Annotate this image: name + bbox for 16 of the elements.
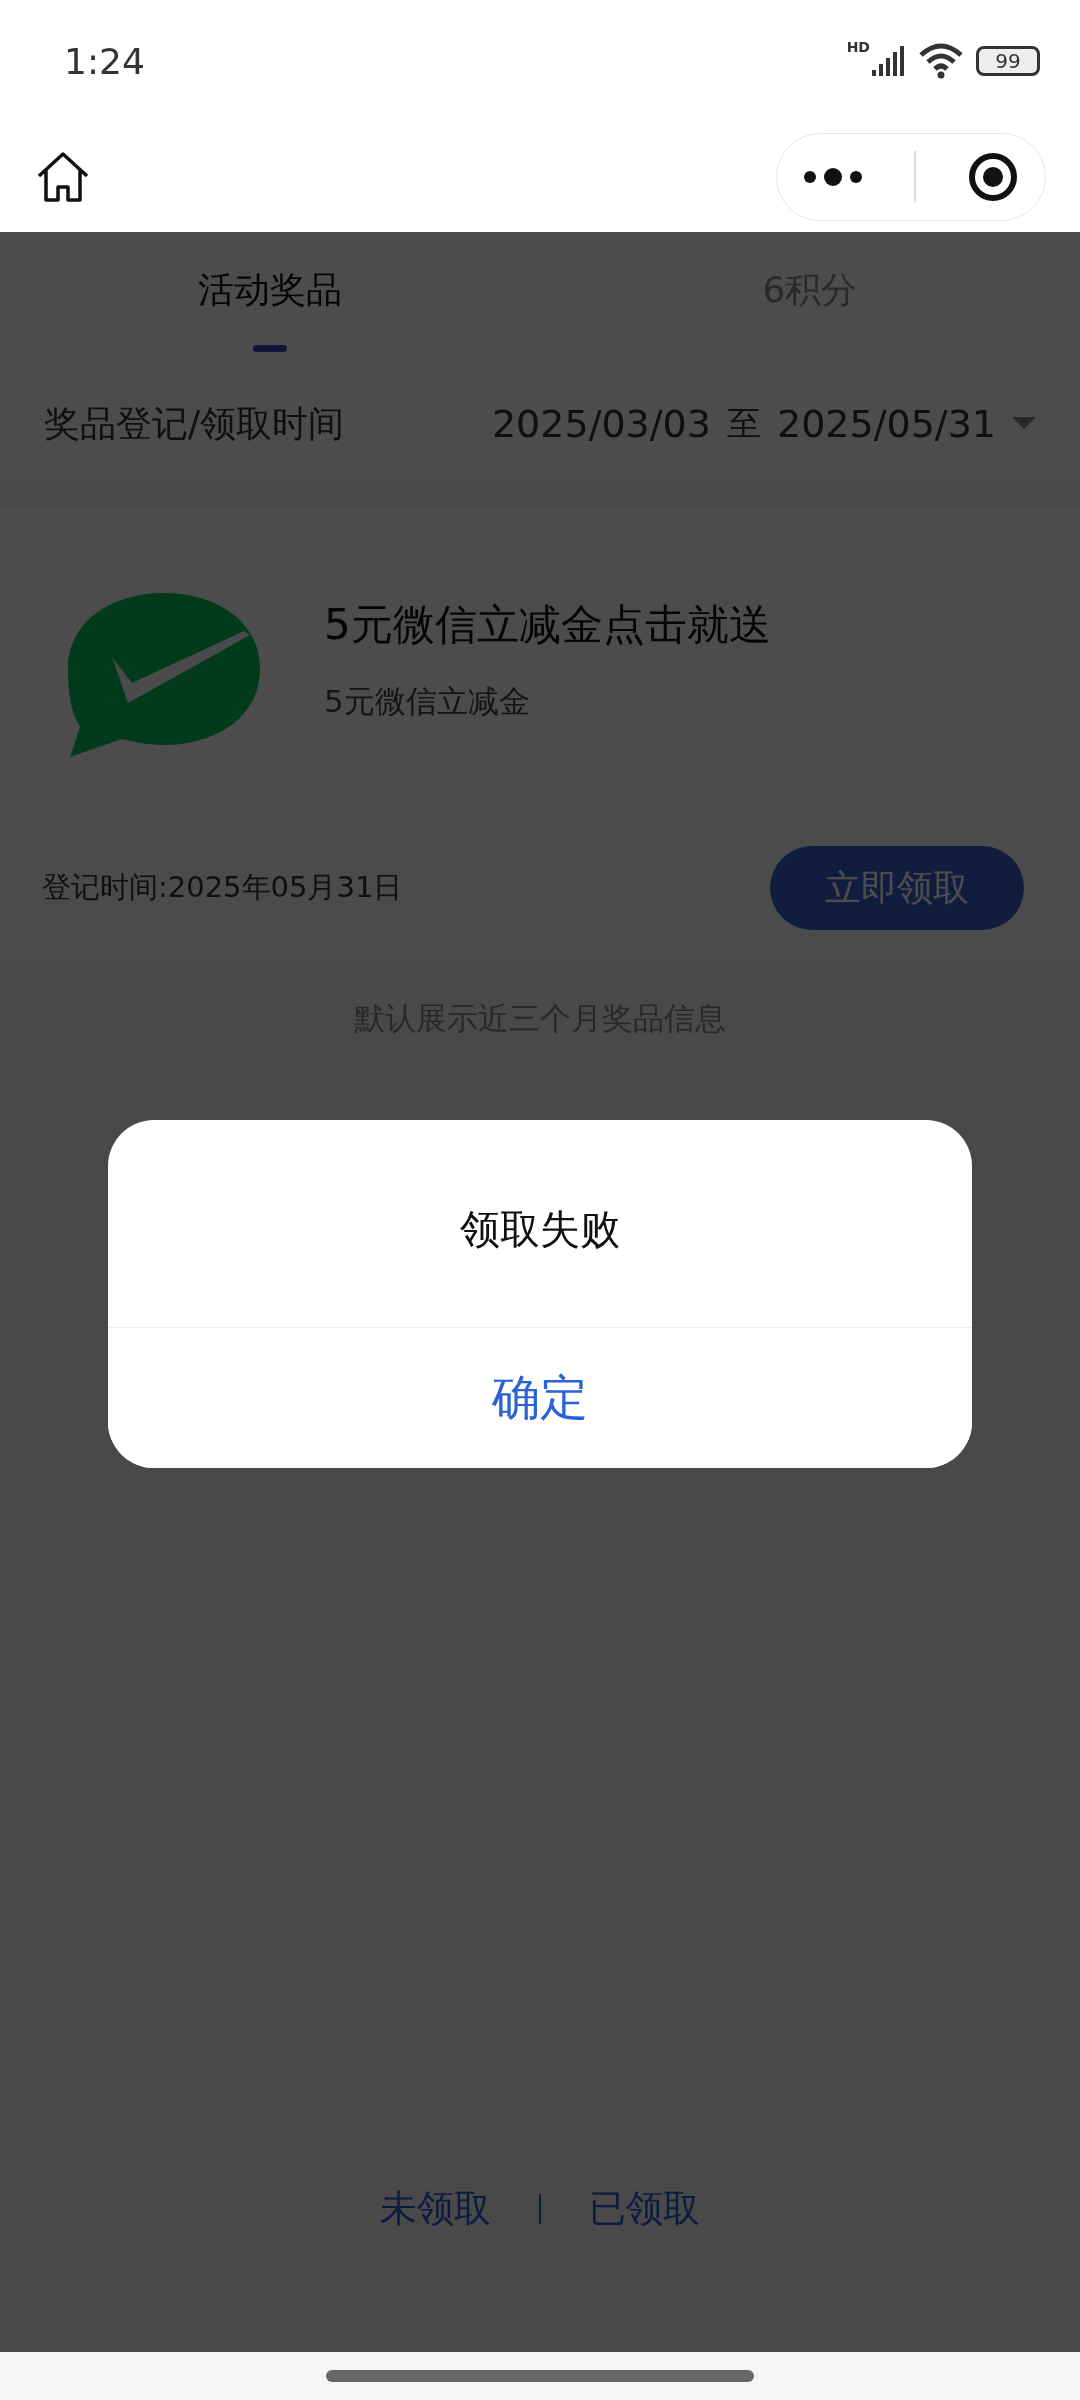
home-icon[interactable]	[36, 151, 90, 203]
battery-level-text: 99	[995, 49, 1021, 73]
filter-link[interactable]: 已领取	[589, 2184, 700, 2234]
prize-subtitle: 5元微信立减金	[324, 682, 531, 721]
register-time: 登记时间:2025年05月31日	[42, 869, 403, 906]
date-separator: 至	[726, 402, 761, 445]
wifi-icon	[918, 43, 964, 79]
status-time: 1:24	[64, 40, 145, 82]
prize-title: 5元微信立减金点击就送	[324, 599, 771, 651]
filter-link[interactable]: 未领取	[380, 2184, 491, 2234]
close-icon[interactable]	[967, 151, 1020, 203]
signal-icon	[872, 46, 906, 76]
network-type-label: HD	[846, 39, 870, 55]
more-icon[interactable]	[802, 167, 863, 187]
date-filter-label: 奖品登记/领取时间	[44, 401, 345, 446]
tab[interactable]: 活动奖品	[0, 232, 540, 368]
